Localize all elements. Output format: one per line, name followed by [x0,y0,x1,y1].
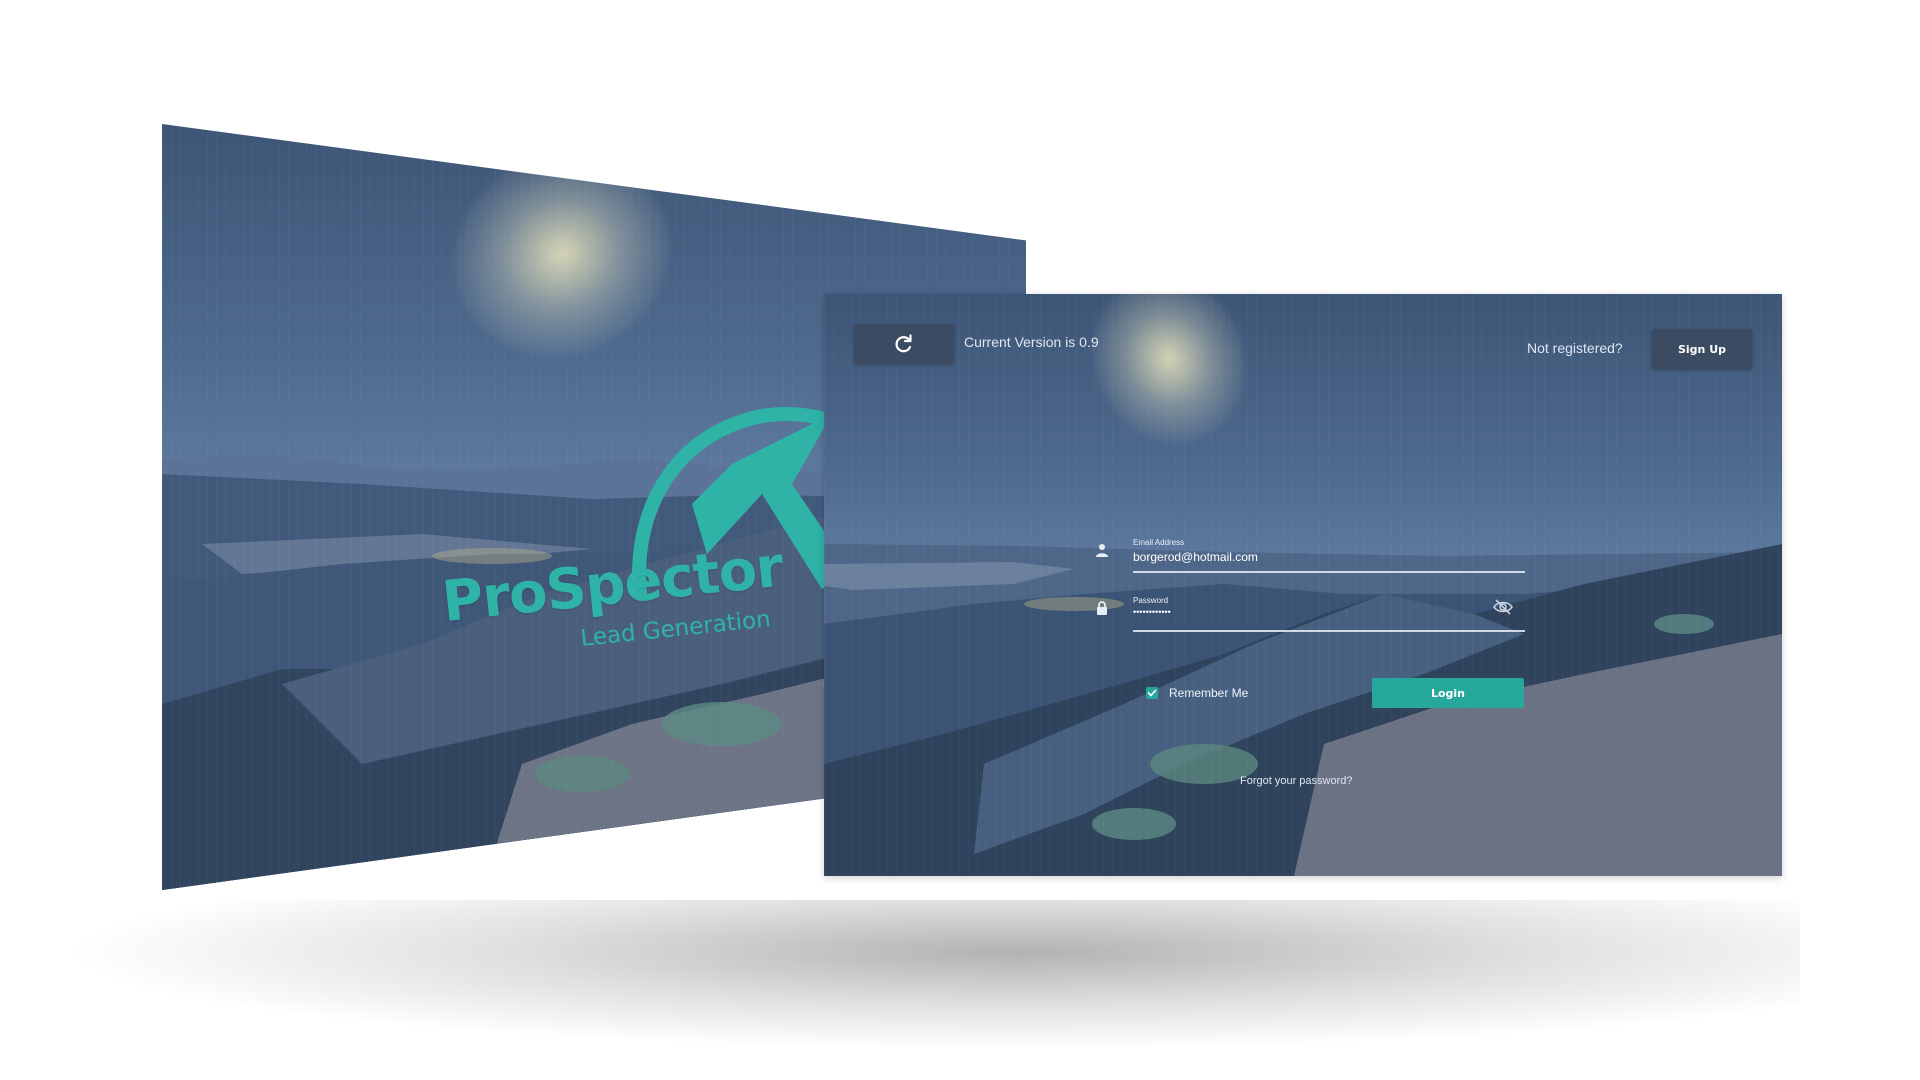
email-label: Email Address [1133,538,1185,547]
forgot-password-link[interactable]: Forgot your password? [1240,775,1353,787]
eye-off-icon[interactable] [1492,598,1514,616]
refresh-version-button[interactable] [854,324,954,364]
user-icon [1096,544,1108,557]
floor-shadow [60,900,1800,1050]
not-registered-text: Not registered? [1527,340,1623,356]
password-field[interactable]: •••••••••••• [1133,607,1171,617]
refresh-icon [895,334,912,353]
sign-up-button[interactable]: Sign Up [1652,329,1752,369]
email-underline [1133,571,1525,573]
password-label: Password [1133,596,1169,605]
login-screen: Current Version is 0.9 Not registered? S… [824,294,1782,876]
password-underline [1133,630,1525,632]
version-text: Current Version is 0.9 [964,334,1099,350]
login-button[interactable]: Login [1372,678,1524,708]
lock-icon [1097,601,1107,615]
remember-me-checkbox[interactable] [1146,687,1158,699]
check-icon [1147,689,1157,697]
rain-overlay [824,294,1782,876]
remember-me-label[interactable]: Remember Me [1169,686,1248,700]
email-field[interactable]: borgerod@hotmail.com [1133,550,1258,564]
